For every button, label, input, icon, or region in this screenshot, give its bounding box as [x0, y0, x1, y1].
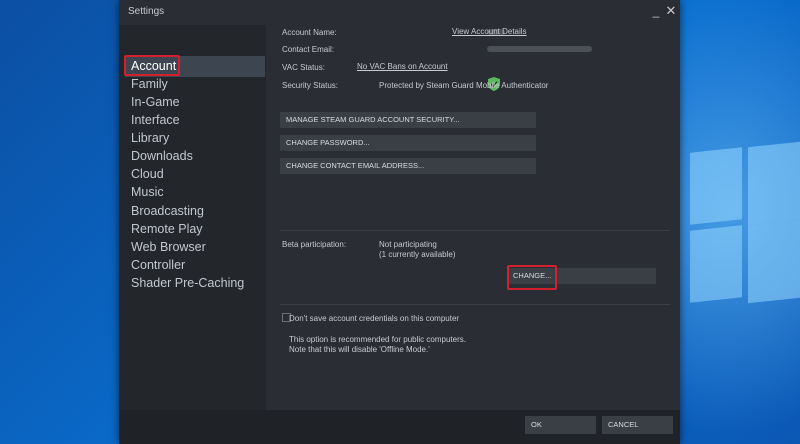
account-settings-panel: Account Name: View Account Details Conta… [266, 25, 680, 410]
sidebar-item-in-game[interactable]: In-Game [131, 94, 180, 110]
sidebar-item-controller[interactable]: Controller [131, 257, 185, 273]
sidebar-item-broadcasting[interactable]: Broadcasting [131, 203, 204, 219]
window-title: Settings [128, 6, 165, 17]
vac-status-link[interactable]: No VAC Bans on Account [357, 62, 448, 71]
dont-save-credentials-label: Don't save account credentials on this c… [289, 314, 460, 323]
change-password-button[interactable]: CHANGE PASSWORD... [280, 135, 536, 151]
security-status-label: Security Status: [282, 81, 339, 90]
beta-participation-label: Beta participation: [282, 240, 347, 249]
sidebar-item-shader-pre-caching[interactable]: Shader Pre-Caching [131, 275, 244, 291]
settings-window: Settings _ ✕ Account Family In-Game Inte… [119, 0, 680, 444]
title-bar: Settings _ ✕ [119, 0, 680, 24]
cancel-button[interactable]: CANCEL [602, 416, 673, 434]
minimize-icon[interactable]: _ [649, 4, 663, 18]
sidebar-item-family[interactable]: Family [131, 76, 168, 92]
windows-logo [690, 140, 800, 350]
sidebar-item-music[interactable]: Music [131, 184, 164, 200]
beta-status: Not participating [379, 240, 437, 249]
section-divider-2 [280, 304, 670, 305]
sidebar-item-library[interactable]: Library [131, 130, 169, 146]
ok-button[interactable]: OK [525, 416, 596, 434]
beta-available-count: (1 currently available) [379, 250, 456, 259]
sidebar-item-downloads[interactable]: Downloads [131, 148, 193, 164]
sidebar-item-interface[interactable]: Interface [131, 112, 180, 128]
section-divider [280, 230, 670, 231]
dialog-footer: OK CANCEL [119, 410, 680, 444]
account-highlight-box [124, 55, 180, 76]
sidebar-item-web-browser[interactable]: Web Browser [131, 239, 206, 255]
account-name-label: Account Name: [282, 28, 337, 37]
manage-steam-guard-button[interactable]: MANAGE STEAM GUARD ACCOUNT SECURITY... [280, 112, 536, 128]
view-account-details-link[interactable]: View Account Details [452, 27, 527, 36]
change-highlight-box [507, 265, 557, 290]
change-contact-email-button[interactable]: CHANGE CONTACT EMAIL ADDRESS... [280, 158, 536, 174]
contact-email-label: Contact Email: [282, 45, 335, 54]
sidebar-item-cloud[interactable]: Cloud [131, 166, 164, 182]
security-status-value: Protected by Steam Guard Mobile Authenti… [379, 81, 549, 90]
vac-status-label: VAC Status: [282, 63, 325, 72]
settings-sidebar: Account Family In-Game Interface Library… [119, 25, 266, 410]
contact-email-redacted [487, 46, 592, 52]
credentials-note-line1: This option is recommended for public co… [289, 335, 466, 344]
close-icon[interactable]: ✕ [664, 4, 678, 18]
sidebar-item-remote-play[interactable]: Remote Play [131, 221, 203, 237]
credentials-note-line2: Note that this will disable 'Offline Mod… [289, 345, 430, 354]
